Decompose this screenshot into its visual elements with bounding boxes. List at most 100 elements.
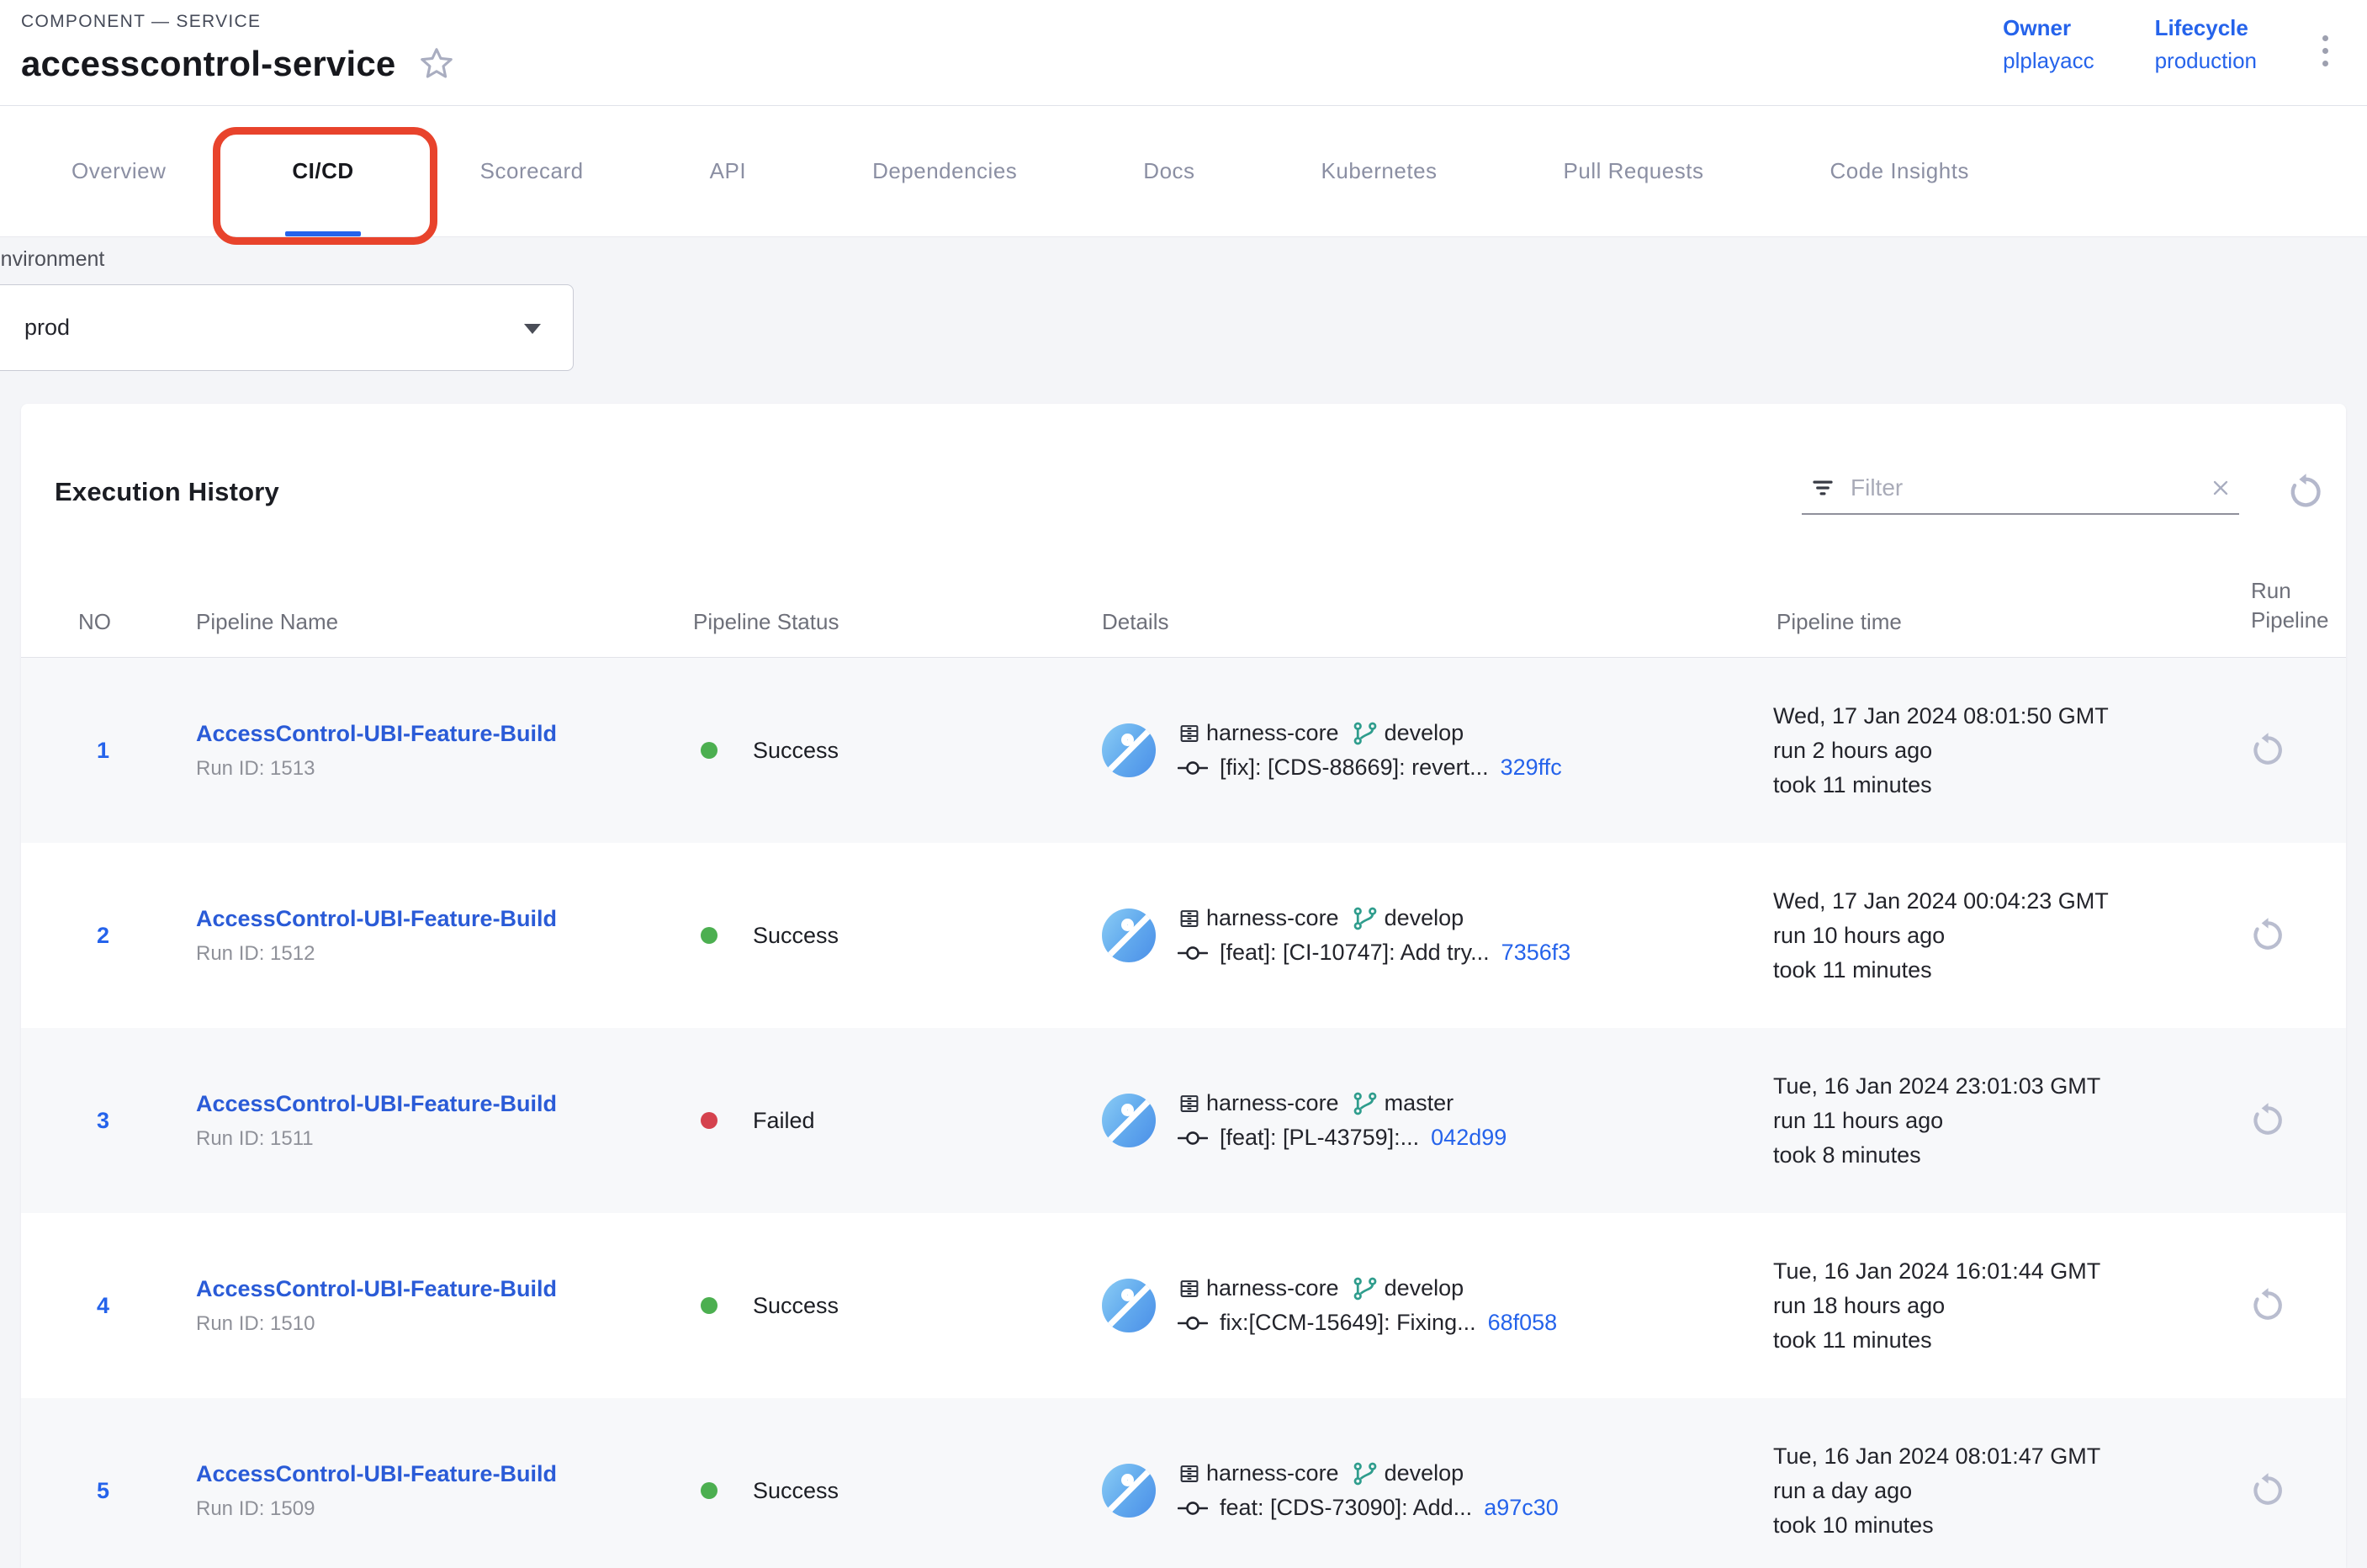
git-branch-icon bbox=[1353, 1461, 1378, 1486]
row-number-link[interactable]: 1 bbox=[57, 738, 196, 764]
environment-section: Environment prod bbox=[0, 237, 2367, 404]
execution-history-card: Execution History bbox=[21, 404, 2346, 1568]
status-dot bbox=[701, 1297, 718, 1314]
git-commit-icon bbox=[1178, 1312, 1208, 1334]
execution-history-title: Execution History bbox=[55, 477, 279, 507]
branch-name: develop bbox=[1385, 905, 1464, 931]
refresh-icon[interactable] bbox=[2286, 473, 2325, 511]
table-row: 1 AccessControl-UBI-Feature-Build Run ID… bbox=[21, 658, 2346, 843]
repository-icon bbox=[1178, 721, 1201, 746]
tab-overview[interactable]: Overview bbox=[71, 106, 166, 236]
row-number-link[interactable]: 2 bbox=[57, 923, 196, 949]
run-pipeline-button[interactable] bbox=[2249, 732, 2286, 769]
run-id-label: Run ID: 1511 bbox=[196, 1127, 680, 1151]
commit-message: fix:[CCM-15649]: Fixing... bbox=[1220, 1310, 1476, 1336]
run-pipeline-button[interactable] bbox=[2249, 917, 2286, 954]
favorite-star-icon[interactable] bbox=[417, 45, 456, 83]
environment-select[interactable]: prod bbox=[0, 284, 574, 371]
run-pipeline-button[interactable] bbox=[2249, 1102, 2286, 1139]
status-label: Failed bbox=[753, 1108, 815, 1134]
run-pipeline-button[interactable] bbox=[2249, 1472, 2286, 1509]
harness-pipeline-icon[interactable] bbox=[1102, 723, 1156, 777]
tab-docs[interactable]: Docs bbox=[1143, 106, 1194, 236]
col-header-run-pipeline: Run Pipeline bbox=[2213, 576, 2346, 635]
repository-icon bbox=[1178, 1276, 1201, 1301]
harness-pipeline-icon[interactable] bbox=[1102, 1094, 1156, 1147]
tab-cicd[interactable]: CI/CD bbox=[292, 106, 353, 236]
commit-message: feat: [CDS-73090]: Add... bbox=[1220, 1495, 1472, 1521]
git-branch-icon bbox=[1353, 721, 1378, 746]
row-number-link[interactable]: 4 bbox=[57, 1293, 196, 1319]
row-number-link[interactable]: 3 bbox=[57, 1108, 196, 1134]
repo-name: harness-core bbox=[1206, 1090, 1339, 1116]
run-id-label: Run ID: 1513 bbox=[196, 757, 680, 781]
tab-api[interactable]: API bbox=[710, 106, 746, 236]
filter-input[interactable] bbox=[1851, 474, 2194, 501]
repo-name: harness-core bbox=[1206, 720, 1339, 746]
more-options-kebab-icon[interactable] bbox=[2317, 27, 2333, 75]
entity-header: COMPONENT — SERVICE accesscontrol-servic… bbox=[0, 0, 2367, 106]
pipeline-name-link[interactable]: AccessControl-UBI-Feature-Build bbox=[196, 906, 557, 932]
run-id-label: Run ID: 1509 bbox=[196, 1497, 680, 1521]
status-dot bbox=[701, 742, 718, 759]
git-branch-icon bbox=[1353, 1276, 1378, 1301]
harness-pipeline-icon[interactable] bbox=[1102, 908, 1156, 962]
table-body: 1 AccessControl-UBI-Feature-Build Run ID… bbox=[21, 658, 2346, 1568]
page: COMPONENT — SERVICE accesscontrol-servic… bbox=[0, 0, 2367, 1568]
commit-hash-link[interactable]: 68f058 bbox=[1488, 1310, 1558, 1336]
commit-hash-link[interactable]: 7356f3 bbox=[1501, 940, 1571, 966]
commit-message: [fix]: [CDS-88669]: revert... bbox=[1220, 755, 1489, 781]
col-header-pipeline-status: Pipeline Status bbox=[680, 609, 1067, 635]
tab-kubernetes[interactable]: Kubernetes bbox=[1321, 106, 1438, 236]
commit-hash-link[interactable]: 042d99 bbox=[1431, 1125, 1507, 1151]
run-pipeline-button[interactable] bbox=[2249, 1287, 2286, 1324]
table-row: 5 AccessControl-UBI-Feature-Build Run ID… bbox=[21, 1398, 2346, 1568]
harness-pipeline-icon[interactable] bbox=[1102, 1279, 1156, 1332]
repo-name: harness-core bbox=[1206, 905, 1339, 931]
row-number-link[interactable]: 5 bbox=[57, 1478, 196, 1504]
owner-link[interactable]: plplayacc bbox=[2003, 48, 2094, 74]
entity-meta: Owner plplayacc Lifecycle production bbox=[2003, 15, 2333, 75]
repository-icon bbox=[1178, 906, 1201, 931]
entity-kind-label: COMPONENT — SERVICE bbox=[21, 12, 2328, 32]
repository-icon bbox=[1178, 1091, 1201, 1116]
page-title: accesscontrol-service bbox=[21, 44, 395, 84]
tab-code-insights[interactable]: Code Insights bbox=[1830, 106, 1968, 236]
status-dot bbox=[701, 927, 718, 944]
pipeline-name-link[interactable]: AccessControl-UBI-Feature-Build bbox=[196, 1276, 557, 1302]
lifecycle-block: Lifecycle production bbox=[2155, 15, 2257, 74]
pipeline-name-link[interactable]: AccessControl-UBI-Feature-Build bbox=[196, 721, 557, 747]
pipeline-time: Tue, 16 Jan 2024 08:01:47 GMTrun a day a… bbox=[1773, 1439, 2213, 1543]
table-row: 2 AccessControl-UBI-Feature-Build Run ID… bbox=[21, 843, 2346, 1028]
repo-name: harness-core bbox=[1206, 1275, 1339, 1301]
git-commit-icon bbox=[1178, 757, 1208, 779]
col-header-details: Details bbox=[1067, 609, 1773, 635]
pipeline-time: Tue, 16 Jan 2024 23:01:03 GMTrun 11 hour… bbox=[1773, 1069, 2213, 1173]
commit-hash-link[interactable]: 329ffc bbox=[1501, 755, 1562, 781]
pipeline-name-link[interactable]: AccessControl-UBI-Feature-Build bbox=[196, 1461, 557, 1487]
clear-filter-icon[interactable] bbox=[2209, 476, 2232, 500]
pipeline-name-link[interactable]: AccessControl-UBI-Feature-Build bbox=[196, 1091, 557, 1117]
environment-label: Environment bbox=[0, 247, 2367, 272]
table-header-row: NO Pipeline Name Pipeline Status Details… bbox=[21, 550, 2346, 658]
git-commit-icon bbox=[1178, 942, 1208, 964]
harness-pipeline-icon[interactable] bbox=[1102, 1464, 1156, 1518]
tab-pull-requests[interactable]: Pull Requests bbox=[1564, 106, 1704, 236]
branch-name: develop bbox=[1385, 1460, 1464, 1486]
col-header-pipeline-time: Pipeline time bbox=[1773, 609, 2213, 635]
filter-field[interactable] bbox=[1802, 469, 2239, 515]
pipeline-time: Tue, 16 Jan 2024 16:01:44 GMTrun 18 hour… bbox=[1773, 1254, 2213, 1358]
owner-block: Owner plplayacc bbox=[2003, 15, 2094, 74]
tab-dependencies[interactable]: Dependencies bbox=[872, 106, 1017, 236]
pipeline-time: Wed, 17 Jan 2024 00:04:23 GMTrun 10 hour… bbox=[1773, 884, 2213, 988]
status-label: Success bbox=[753, 738, 839, 764]
run-id-label: Run ID: 1512 bbox=[196, 942, 680, 966]
branch-name: master bbox=[1385, 1090, 1454, 1116]
branch-name: develop bbox=[1385, 1275, 1464, 1301]
commit-hash-link[interactable]: a97c30 bbox=[1484, 1495, 1559, 1521]
owner-label: Owner bbox=[2003, 15, 2094, 41]
table-row: 4 AccessControl-UBI-Feature-Build Run ID… bbox=[21, 1213, 2346, 1398]
lifecycle-link[interactable]: production bbox=[2155, 48, 2257, 74]
repo-name: harness-core bbox=[1206, 1460, 1339, 1486]
tab-scorecard[interactable]: Scorecard bbox=[480, 106, 584, 236]
